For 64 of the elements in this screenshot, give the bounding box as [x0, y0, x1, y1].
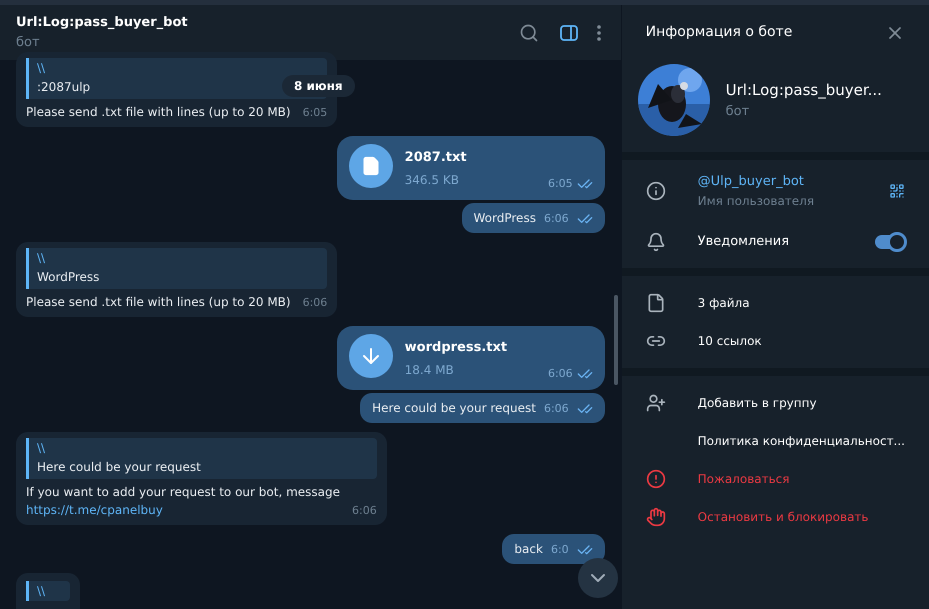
profile-name: Url:Log:pass_buyer...: [726, 80, 882, 101]
quote-text: Here could be your request: [37, 460, 201, 474]
message-time: 6:05: [302, 104, 328, 120]
media-label: 10 ссылок: [698, 332, 762, 350]
message-time: 6:06: [544, 210, 569, 226]
username-link[interactable]: @Ulp_buyer_bot: [698, 172, 889, 192]
message-text: back: [514, 541, 543, 558]
quote-text: WordPress: [37, 270, 100, 284]
chat-subtitle: бот: [16, 34, 41, 52]
quote-author: \\: [37, 583, 46, 599]
message-text: If you want to add your request to our bot, message: [26, 484, 340, 501]
media-label: 3 файла: [698, 294, 750, 312]
quote-author: \\: [37, 60, 46, 76]
action-row[interactable]: Остановить и блокировать: [622, 498, 929, 536]
message-text: Please send .txt file with lines (up to 20 MB): [26, 294, 291, 311]
action-row[interactable]: Пожаловаться: [622, 460, 929, 498]
chat-title: Url:Log:pass_buyer_bot: [16, 14, 189, 32]
search-icon: [518, 22, 539, 42]
reply-quote[interactable]: \\ Here could be your request: [26, 438, 377, 479]
media-row[interactable]: 3 файла: [622, 284, 929, 322]
side-panel-icon: [558, 22, 579, 42]
reply-quote[interactable]: \\ WordPress: [26, 248, 328, 289]
notifications-label: Уведомления: [698, 232, 790, 251]
action-label: Добавить в группу: [698, 394, 817, 412]
file-size: 18.4 MB: [404, 362, 454, 379]
message-text: WordPress: [474, 210, 536, 227]
quote-text: :2087ulp: [37, 80, 90, 94]
action-label: Остановить и блокировать: [698, 508, 868, 526]
action-label: Политика конфиденциальност...: [698, 432, 905, 450]
download-icon[interactable]: [348, 334, 393, 378]
scrollbar[interactable]: [614, 295, 618, 385]
message-time: 6:06: [544, 400, 569, 416]
qr-code-icon[interactable]: [889, 182, 905, 199]
file-size: 346.5 KB: [404, 172, 459, 189]
file-name: 2087.txt: [404, 149, 468, 167]
message-time: 6:06: [548, 366, 573, 382]
quote-author: \\: [37, 250, 46, 266]
action-label: Пожаловаться: [698, 470, 790, 488]
profile-subtitle: бот: [726, 102, 750, 120]
action-row[interactable]: Политика конфиденциальност...: [622, 422, 929, 460]
quote-author: \\: [37, 440, 46, 456]
add-user-icon: [646, 392, 666, 412]
reply-quote[interactable]: \\: [26, 581, 70, 601]
file-name: wordpress.txt: [404, 339, 508, 357]
action-row[interactable]: Добавить в группу: [622, 384, 929, 422]
exclamation-icon: [646, 468, 666, 488]
floating-date-tooltip: 8 июня: [282, 75, 355, 97]
username-label: Имя пользователя: [698, 192, 816, 210]
menu-icon: [596, 24, 601, 40]
message-text: Please send .txt file with lines (up to 20 MB): [26, 104, 291, 121]
document-icon[interactable]: [348, 144, 393, 188]
panel-title: Информация о боте: [646, 23, 794, 42]
message-time: 6:06: [352, 502, 377, 518]
info-icon: [646, 180, 666, 201]
message-text: Here could be your request: [372, 400, 536, 417]
bell-icon: [646, 232, 666, 252]
hand-icon: [646, 506, 666, 526]
message-time: 6:06: [302, 294, 328, 310]
message-time: 6:05: [548, 176, 573, 192]
scroll-down-button[interactable]: [578, 558, 618, 598]
message-time: 6:0: [550, 542, 569, 558]
file-icon: [646, 292, 666, 312]
media-row[interactable]: 10 ссылок: [622, 322, 929, 360]
message-link[interactable]: https://t.me/cpanelbuy: [26, 503, 163, 517]
